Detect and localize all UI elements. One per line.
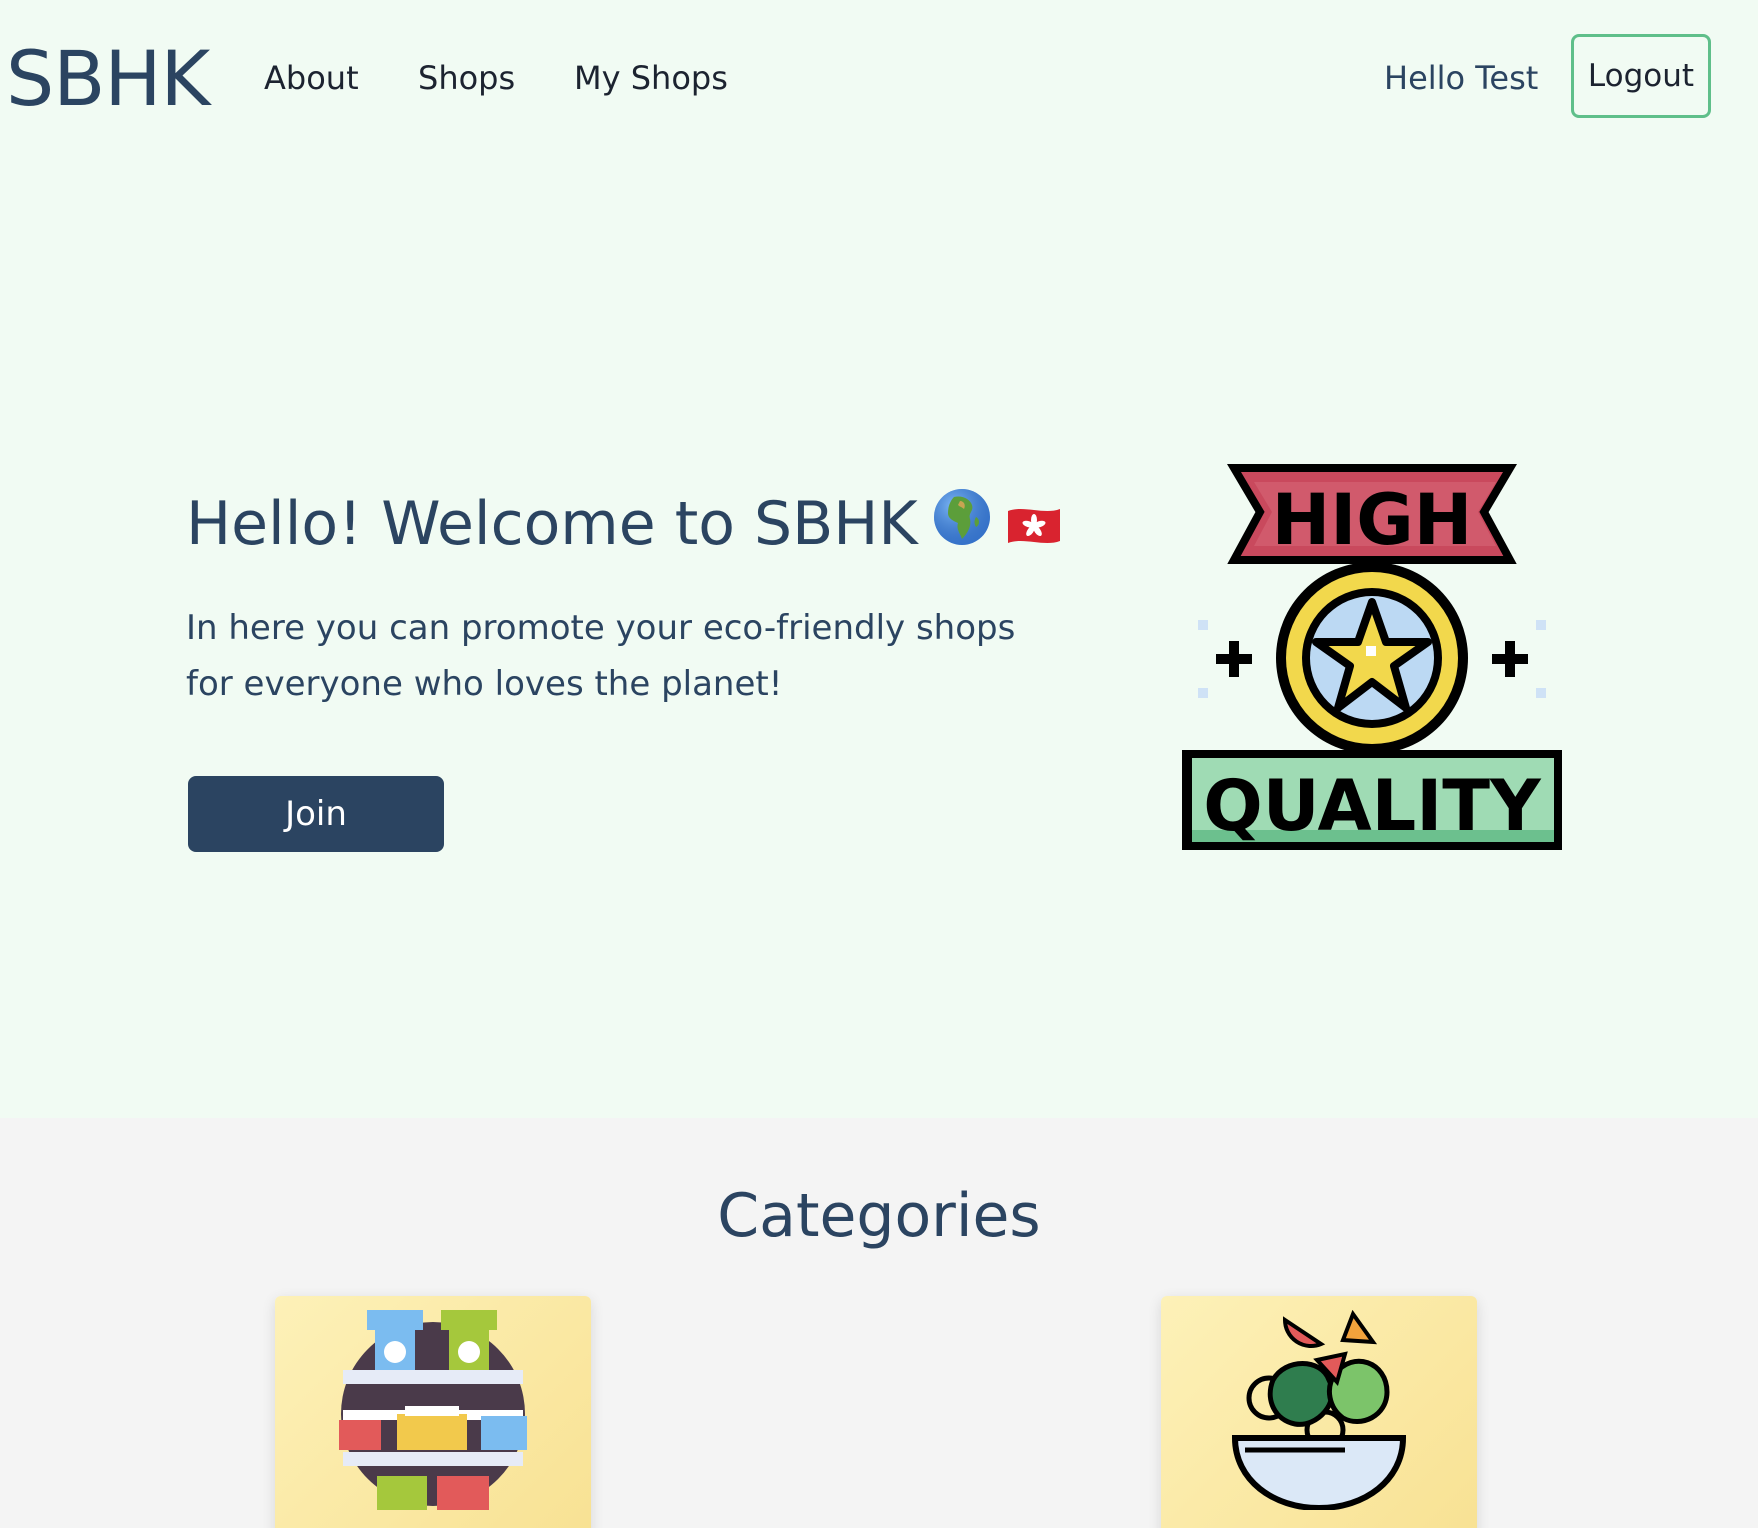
badge-bottom-text: QUALITY <box>1203 765 1542 847</box>
high-quality-badge-icon: HIGH QUALITY <box>1182 464 1562 850</box>
nav-link-shops[interactable]: Shops <box>418 56 515 100</box>
nav-link-my-shops[interactable]: My Shops <box>574 56 728 100</box>
badge-top-text: HIGH <box>1272 479 1473 561</box>
hero-description: In here you can promote your eco-friendl… <box>186 608 1016 704</box>
page: SBHK About Shops My Shops Hello Test Log… <box>0 0 1758 1528</box>
user-greeting: Hello Test <box>1384 59 1539 97</box>
categories-title: Categories <box>717 1181 1041 1251</box>
nav-link-about[interactable]: About <box>264 56 359 100</box>
hero-title: Hello! Welcome to SBHK <box>186 484 1062 567</box>
globe-africa-icon <box>932 487 992 567</box>
category-card-pantry[interactable] <box>275 1296 591 1528</box>
hong-kong-flag-icon <box>1006 487 1062 567</box>
pantry-shelf-icon <box>339 1310 527 1510</box>
navbar: SBHK About Shops My Shops Hello Test Log… <box>0 0 1758 160</box>
join-button[interactable]: Join <box>188 776 444 852</box>
hero-section: SBHK About Shops My Shops Hello Test Log… <box>0 0 1758 1118</box>
salad-bowl-icon <box>1231 1310 1407 1510</box>
category-card-salad[interactable] <box>1161 1296 1477 1528</box>
logout-button[interactable]: Logout <box>1571 34 1711 118</box>
brand-logo[interactable]: SBHK <box>6 34 210 124</box>
hero-title-text: Hello! Welcome to SBHK <box>186 489 918 559</box>
